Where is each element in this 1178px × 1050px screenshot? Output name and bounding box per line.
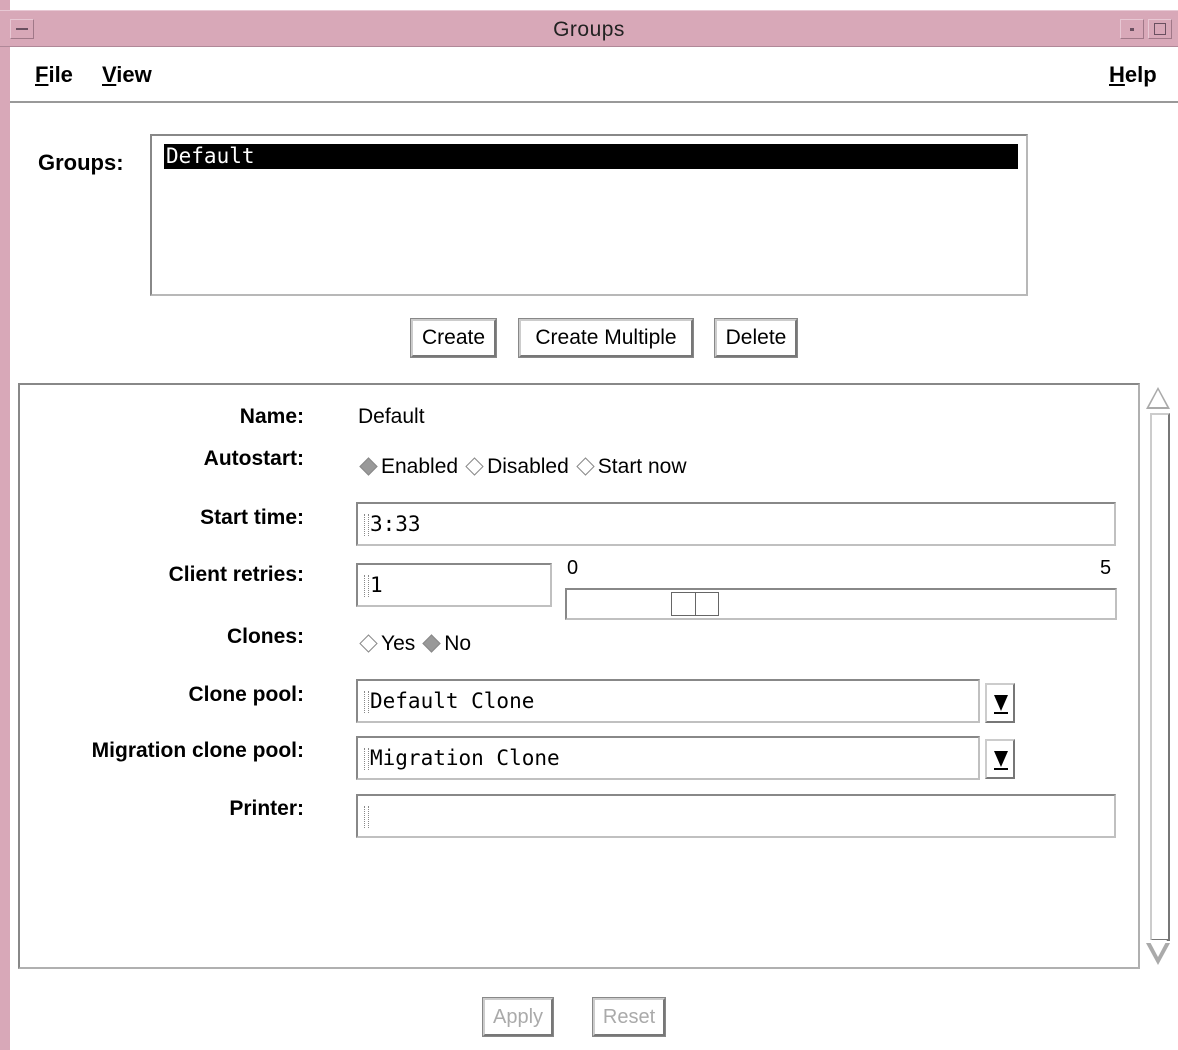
text-cursor-icon	[364, 514, 369, 536]
reset-button[interactable]: Reset	[592, 997, 666, 1037]
radio-selected-icon	[359, 457, 378, 476]
migration-clone-pool-value: Migration Clone	[370, 746, 560, 770]
client-retries-input[interactable]: 1	[356, 563, 552, 607]
menu-help-label: elp	[1124, 62, 1157, 87]
create-button[interactable]: Create	[410, 318, 497, 358]
title-bar[interactable]: Groups	[0, 10, 1178, 47]
printer-label: Printer:	[229, 797, 304, 820]
migration-clone-pool-label: Migration clone pool:	[91, 739, 304, 762]
start-time-input[interactable]: 3:33	[356, 502, 1116, 546]
apply-button[interactable]: Apply	[482, 997, 554, 1037]
scroll-down-arrow-icon[interactable]	[1146, 940, 1170, 965]
autostart-start-now-label: Start now	[597, 455, 687, 478]
scroll-up-arrow-icon[interactable]	[1146, 387, 1170, 409]
start-time-label: Start time:	[200, 506, 304, 529]
clones-radio-group: Yes No	[358, 632, 477, 656]
text-cursor-icon	[364, 748, 369, 770]
radio-unselected-icon	[359, 634, 378, 653]
client-retries-max-label: 5	[1100, 557, 1112, 579]
printer-input[interactable]	[356, 794, 1116, 838]
autostart-start-now-radio[interactable]: Start now	[575, 455, 687, 479]
client-retries-label: Client retries:	[168, 563, 304, 586]
window-title: Groups	[553, 18, 625, 41]
clones-no-radio[interactable]: No	[421, 632, 471, 656]
groups-list-item-default[interactable]: Default	[164, 144, 1018, 169]
clones-label: Clones:	[226, 625, 304, 648]
menu-view-mnemonic: V	[102, 62, 117, 87]
radio-unselected-icon	[465, 457, 484, 476]
delete-button[interactable]: Delete	[714, 318, 798, 358]
menu-file-label: ile	[48, 62, 73, 87]
groups-list[interactable]: Default	[150, 134, 1028, 296]
clone-pool-combo-input[interactable]: Default Clone	[356, 679, 980, 723]
name-value: Default	[358, 405, 425, 428]
groups-label: Groups:	[38, 150, 124, 175]
autostart-disabled-radio[interactable]: Disabled	[464, 455, 569, 479]
menu-file[interactable]: File	[35, 62, 73, 88]
migration-clone-pool-dropdown-icon[interactable]	[985, 739, 1015, 779]
name-label: Name:	[239, 405, 304, 428]
client-retries-value: 1	[370, 573, 383, 597]
window-frame-left	[0, 0, 10, 1050]
menu-file-mnemonic: F	[35, 62, 49, 87]
text-cursor-icon	[364, 691, 369, 713]
menu-help[interactable]: Help	[1109, 62, 1157, 88]
autostart-enabled-label: Enabled	[381, 455, 459, 478]
start-time-value: 3:33	[370, 512, 421, 536]
text-cursor-icon	[364, 575, 369, 597]
menu-view-label: iew	[116, 62, 152, 87]
minimize-icon[interactable]	[1120, 19, 1144, 39]
clones-yes-radio[interactable]: Yes	[358, 632, 415, 656]
group-details-panel: Name: Default Autostart: Enabled Disabled…	[18, 383, 1140, 969]
menu-bar: File View Help	[10, 48, 1178, 103]
clones-yes-label: Yes	[381, 632, 416, 655]
client-retries-slider[interactable]	[565, 588, 1117, 620]
autostart-radio-group: Enabled Disabled Start now	[358, 455, 693, 479]
details-scrollbar[interactable]	[1142, 383, 1174, 969]
client-retries-min-label: 0	[567, 557, 579, 579]
text-cursor-icon	[364, 806, 369, 828]
clones-no-label: No	[444, 632, 472, 655]
clone-pool-label: Clone pool:	[188, 683, 304, 706]
autostart-label: Autostart:	[203, 447, 304, 470]
menu-help-mnemonic: H	[1109, 62, 1125, 87]
radio-selected-icon	[422, 634, 441, 653]
scroll-thumb[interactable]	[1150, 413, 1170, 941]
create-multiple-button[interactable]: Create Multiple	[518, 318, 694, 358]
client-retries-slider-thumb[interactable]	[671, 592, 719, 616]
menu-view[interactable]: View	[102, 62, 152, 88]
autostart-enabled-radio[interactable]: Enabled	[358, 455, 458, 479]
migration-clone-pool-combo-input[interactable]: Migration Clone	[356, 736, 980, 780]
radio-unselected-icon	[576, 457, 595, 476]
clone-pool-value: Default Clone	[370, 689, 535, 713]
maximize-icon[interactable]	[1148, 19, 1172, 39]
clone-pool-dropdown-icon[interactable]	[985, 683, 1015, 723]
autostart-disabled-label: Disabled	[487, 455, 569, 478]
